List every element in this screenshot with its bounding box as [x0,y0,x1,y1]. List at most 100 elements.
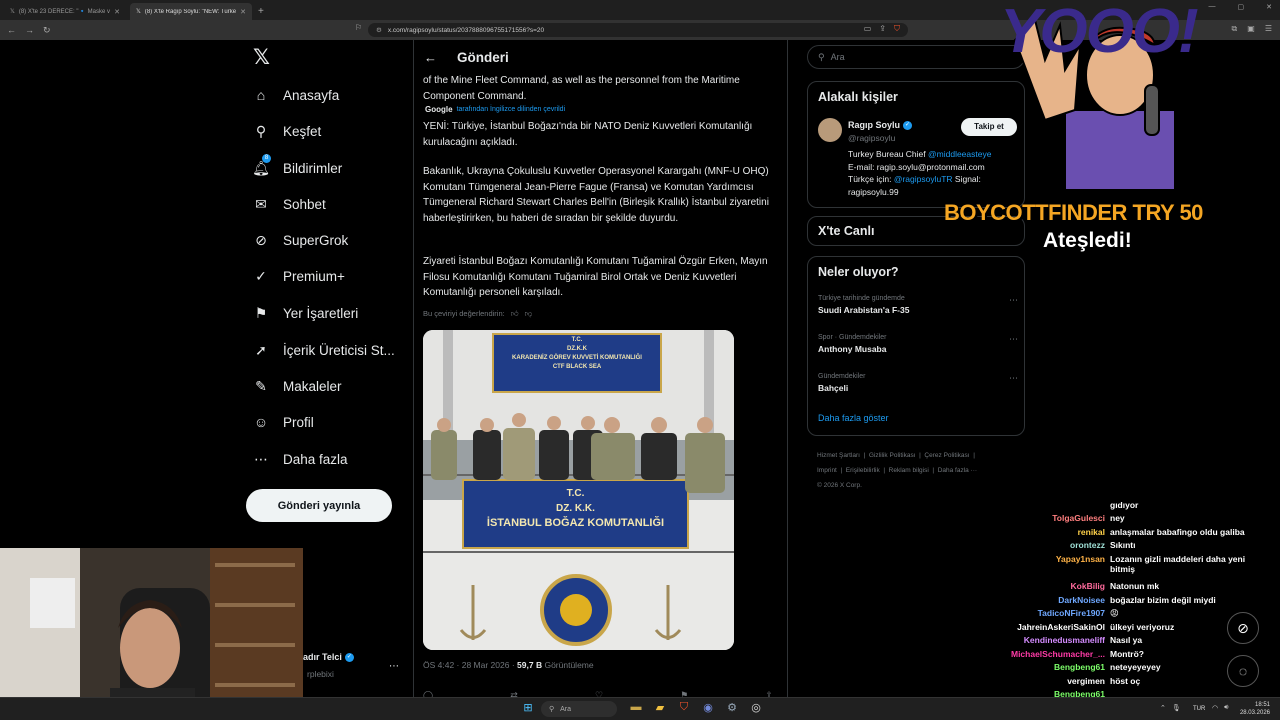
post-button[interactable]: Gönderi yayınla [246,489,392,522]
post-time[interactable]: ÖS 4:42 · 28 Mar 2026 · [423,660,515,670]
chat-text: anlaşmalar babafingo oldu galiba [1110,527,1245,537]
post-photo[interactable]: T.C. DZ.K.K KARADENİZ GÖREV KUVVETİ KOMU… [423,330,734,650]
bookmark-icon: ⚑ [254,304,268,321]
footer-link[interactable]: Erişilebilirlik [846,467,880,474]
more-icon[interactable]: ⋯ [1009,295,1018,306]
thumbs-up-icon[interactable]: 👍︎ [511,309,519,319]
windows-start-icon[interactable]: ⊞ [520,701,536,714]
maximize-icon[interactable]: ▢ [1238,3,1245,11]
tab-close-icon[interactable]: ✕ [240,8,246,16]
account-name[interactable]: adır Telci ✓ [303,652,354,662]
brave-browser-icon[interactable]: ⛉ [676,701,692,714]
reload-icon[interactable]: ↻ [43,25,51,36]
nav-item[interactable]: ⚑ Yer İşaretleri [252,299,359,327]
nav-item[interactable]: ⊘ SuperGrok [252,226,348,254]
mail-icon: ✉ [255,195,267,212]
nav-item[interactable]: ⌂ Anasayfa [252,81,340,109]
site-info-icon[interactable]: ⚙ [376,26,382,34]
translated-by-link[interactable]: tarafından İngilizce dilinden çevrildi [457,106,566,113]
footer-link[interactable]: Reklam bilgisi [889,467,929,474]
discord-icon[interactable]: ◉ [700,701,716,714]
chat-username [990,500,1105,510]
chat-username: KokBilig [1070,581,1105,591]
alert-action: Ateşledi! [1043,229,1132,252]
brave-shield-icon[interactable]: ⛉ [894,24,900,34]
mic-icon[interactable]: 🎙︎ [1172,704,1181,712]
footer-link[interactable]: Gizlilik Politikası [869,452,916,459]
x-logo[interactable]: 𝕏 [253,47,273,68]
bookmark-page-icon[interactable]: ⚐ [355,23,362,32]
chat-text: ney [1110,513,1125,523]
speaker-icon[interactable]: 🔊︎ [1224,704,1228,712]
thumbs-down-icon[interactable]: 👎︎ [525,309,533,319]
back-arrow-icon[interactable]: ← [424,50,437,65]
taskbar: ⊞ ⚲ Ara ▬ ▰ ⛉ ◉ ⚙ ◎ ⌃ 🎙︎ TUR ◠ 🔊︎ 18:51 … [0,697,1280,720]
more-icon[interactable]: ⋯ [1009,334,1018,345]
nav-item-label: SuperGrok [283,232,349,248]
taskbar-search[interactable]: ⚲ Ara [541,701,617,717]
url-text: x.com/ragipsoylu/status/2037888096755171… [387,26,545,34]
avatar[interactable] [818,118,842,142]
search-input[interactable]: ⚲ Ara [807,45,1025,69]
nav-item-label: Keşfet [283,123,322,139]
account-name-text: adır Telci [303,652,342,662]
back-icon[interactable]: ← [7,25,16,36]
bio-link[interactable]: @middleeasteye [928,149,991,159]
post-meta: ÖS 4:42 · 28 Mar 2026 · 59,7 B Görüntüle… [423,660,594,670]
browser-tab-1[interactable]: 𝕏 (8) X'te 23 DERECE: "🔹 Maske ve Dolb" … [4,3,126,20]
bio-text: ragipsoylu.99 [848,186,899,197]
tab-close-icon[interactable]: ✕ [114,8,120,16]
nav-item[interactable]: ⋯ Daha fazla [252,445,348,473]
tab-title: (8) X'te Ragıp Soylu: "NEW: Turkey" [144,8,237,15]
trend-item[interactable]: Türkiye tarihinde gündemde Suudi Arabist… [818,295,1018,315]
footer-link[interactable]: Imprint [817,467,837,474]
account-handle: rplebixi [307,669,334,679]
new-tab-button[interactable]: + [258,3,264,20]
nav-item[interactable]: ☺ Profil [252,408,314,436]
share-icon[interactable]: ⇪ [879,24,886,34]
trend-item[interactable]: Gündemdekiler Bahçeli ⋯ [818,373,1018,393]
close-window-icon[interactable]: ✕ [1266,3,1272,11]
wallet-icon[interactable]: ▣ [1247,24,1255,34]
browser-tab-2[interactable]: 𝕏 (8) X'te Ragıp Soylu: "NEW: Turkey" ✕ [130,3,252,20]
wifi-icon[interactable]: ◠ [1212,704,1218,712]
cast-icon[interactable]: ▭ [864,24,872,34]
account-more-icon[interactable]: ⋯ [389,661,399,672]
forward-icon[interactable]: → [25,25,34,36]
nav-item[interactable]: 🔔︎ Bildirimler 8 [252,154,342,182]
obs-icon[interactable]: ◎ [748,701,764,714]
footer-link[interactable]: Hizmet Şartları [817,452,860,459]
clock[interactable]: 18:51 28.03.2026 [1240,701,1270,717]
related-people-card: Alakalı kişiler Ragıp Soylu ✓ @ragipsoyl… [807,81,1025,208]
nav-item[interactable]: ✉ Sohbet [252,190,326,218]
extensions-icon[interactable]: ⧉ [1232,24,1238,34]
widget-icon[interactable]: ▬ [628,701,644,714]
home-icon: ⌂ [256,87,266,103]
view-count: 59,7 B [517,660,543,670]
grok-fab-icon[interactable]: ⊘ [1227,612,1259,644]
more-icon[interactable]: ⋯ [1009,373,1018,384]
footer-link[interactable]: Çerez Politikası [924,452,969,459]
trend-item[interactable]: Spor · Gündemdekiler Anthony Musaba ⋯ [818,334,1018,354]
translated-text-tail: of the Mine Fleet Command, as well as th… [423,75,740,102]
file-explorer-icon[interactable]: ▰ [652,701,668,714]
nav-item[interactable]: ⚲ Keşfet [252,117,321,145]
steam-icon[interactable]: ⚙ [724,701,740,714]
footer-link[interactable]: Daha fazla ··· [938,467,977,474]
view-label: Görüntüleme [544,660,594,670]
menu-icon[interactable]: ☰ [1265,24,1272,34]
nav-item[interactable]: ✎ Makaleler [252,372,341,400]
notification-badge: 8 [262,154,271,163]
language-indicator[interactable]: TUR [1193,706,1205,712]
chat-username: orontezz [1070,540,1105,550]
nav-item[interactable]: ✓ Premium+ [252,262,345,290]
chevron-up-icon[interactable]: ⌃ [1160,704,1166,712]
person-name[interactable]: Ragıp Soylu [848,120,900,130]
alert-yo-text: YOOO! [1000,0,1199,66]
bio-link[interactable]: @ragipsoyluTR [894,174,953,184]
minimize-icon[interactable]: — [1209,3,1216,11]
nav-item[interactable]: ➚ İçerik Üreticisi St... [252,336,395,364]
messages-fab-icon[interactable]: ◌ [1227,655,1259,687]
address-bar[interactable]: ⚙ x.com/ragipsoylu/status/20378880967551… [368,23,908,37]
show-more-link[interactable]: Daha fazla göster [818,413,889,423]
